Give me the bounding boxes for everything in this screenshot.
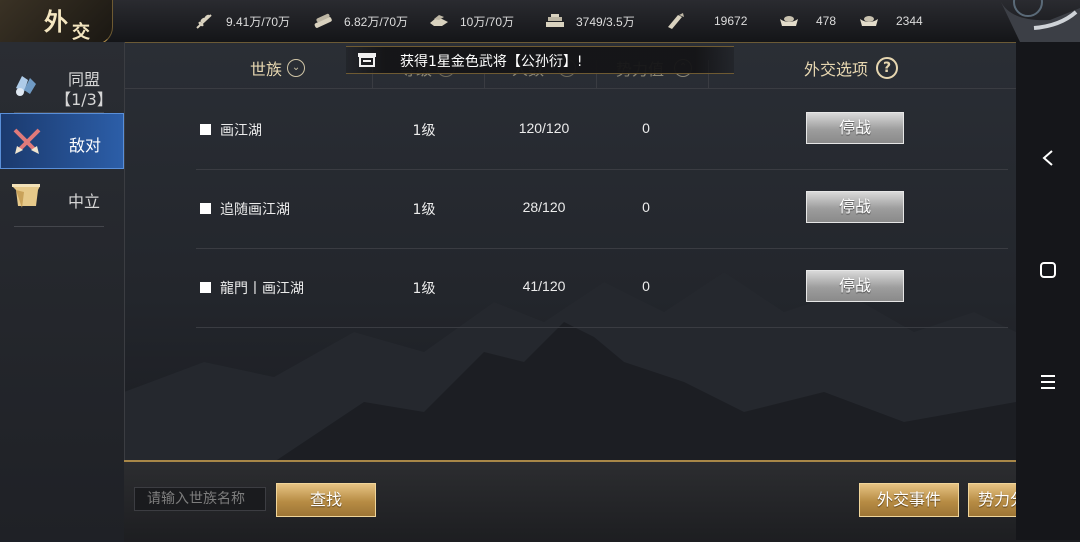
column-header-clan[interactable]: 世族 ⌄ <box>250 56 306 80</box>
clan-level: 1级 <box>412 202 436 218</box>
title-char-2: 交 <box>72 22 90 43</box>
clan-members: 120/120 <box>518 120 570 136</box>
iron-icon <box>430 15 448 26</box>
column-header-label: 世族 <box>250 60 283 79</box>
resource-silver-value: 2344 <box>896 14 923 28</box>
silver-ingot-icon <box>860 16 878 26</box>
ceasefire-button[interactable]: 停战 <box>806 112 904 144</box>
resource-wood: 6.82万/70万 <box>312 11 408 31</box>
clan-members: 28/120 <box>522 199 566 215</box>
title-char-1: 外 <box>44 7 68 36</box>
column-header-options: 外交选项 ? <box>804 56 899 80</box>
sidebar-item-label: 敌对 <box>68 136 101 155</box>
resource-gold-value: 478 <box>816 14 837 28</box>
resource-decree: 19672 <box>664 11 747 31</box>
banner-icon <box>12 184 40 208</box>
menu-icon[interactable] <box>1016 372 1080 392</box>
crossed-swords-icon <box>13 128 41 154</box>
sidebar-item-neutral[interactable]: 中立 <box>0 170 124 226</box>
clan-power: 0 <box>642 278 650 294</box>
row-checkbox[interactable] <box>200 124 211 135</box>
help-icon[interactable]: ? <box>876 57 899 79</box>
system-notice-banner: 获得1星金色武将【公孙衍】! <box>346 46 734 74</box>
clan-search-input[interactable]: 请输入世族名称 <box>134 487 266 511</box>
scroll-icon <box>358 53 376 67</box>
clan-level: 1级 <box>412 281 436 297</box>
column-header-label: 外交选项 <box>804 60 869 79</box>
table-row: 龍門丨画江湖 1级 41/120 0 停战 <box>196 248 1008 328</box>
search-button[interactable]: 查找 <box>276 483 376 517</box>
resource-stone-value: 3749/3.5万 <box>576 14 635 29</box>
diplomacy-events-button[interactable]: 外交事件 <box>859 483 959 517</box>
clan-name[interactable]: 画江湖 <box>220 120 262 140</box>
sidebar-item-hostile[interactable]: 敌对 <box>0 113 124 169</box>
clan-name[interactable]: 龍門丨画江湖 <box>220 278 304 298</box>
sort-chevron-down-icon[interactable]: ⌄ <box>287 59 306 77</box>
resource-stone: 3749/3.5万 <box>544 11 635 31</box>
ceasefire-button[interactable]: 停战 <box>806 191 904 223</box>
home-icon[interactable] <box>1016 260 1080 280</box>
clan-members: 41/120 <box>522 278 566 294</box>
resource-wood-value: 6.82万/70万 <box>344 14 409 29</box>
grain-icon <box>196 14 212 29</box>
gold-ingot-icon <box>780 16 798 26</box>
alliance-count: 【1/3】 <box>55 90 113 109</box>
resource-grain: 9.41万/70万 <box>194 11 290 31</box>
resource-iron: 10万/70万 <box>428 11 514 31</box>
clan-power: 0 <box>642 199 650 215</box>
clan-level: 1级 <box>412 123 436 139</box>
header-divider <box>124 88 1016 89</box>
divider <box>14 226 104 227</box>
wood-icon <box>314 13 332 28</box>
row-checkbox[interactable] <box>200 203 211 214</box>
row-checkbox[interactable] <box>200 282 211 293</box>
resource-silver: 2344 <box>858 11 923 31</box>
clan-name[interactable]: 追随画江湖 <box>220 199 290 219</box>
ceasefire-button[interactable]: 停战 <box>806 270 904 302</box>
table-row: 追随画江湖 1级 28/120 0 停战 <box>196 169 1008 249</box>
table-row: 画江湖 1级 120/120 0 停战 <box>196 90 1008 170</box>
resource-grain-value: 9.41万/70万 <box>226 14 291 29</box>
sidebar-item-label: 中立 <box>67 192 100 211</box>
resource-gold: 478 <box>778 11 836 31</box>
category-sidebar: 同盟 【1/3】 敌对 中立 <box>0 42 125 540</box>
top-resource-bar: 9.41万/70万 6.82万/70万 10万/70万 3749/3.5万 19… <box>0 0 1080 43</box>
back-icon[interactable] <box>1016 148 1080 168</box>
resource-iron-value: 10万/70万 <box>460 14 515 29</box>
alliance-icon <box>16 76 36 96</box>
notice-text: 获得1星金色武将【公孙衍】! <box>400 54 583 70</box>
system-navigation-bar <box>1016 42 1080 540</box>
page-title: 外 交 <box>0 0 113 45</box>
sidebar-item-alliance[interactable]: 同盟 【1/3】 <box>0 56 124 112</box>
corner-emblem-icon[interactable] <box>990 0 1080 42</box>
decree-icon <box>668 13 684 29</box>
clan-power: 0 <box>642 120 650 136</box>
resource-decree-value: 19672 <box>714 14 748 28</box>
stone-icon <box>546 14 564 27</box>
